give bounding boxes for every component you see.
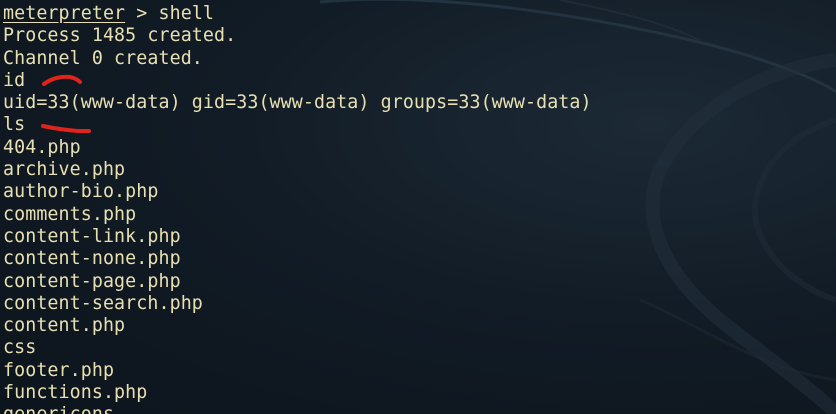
output-line: Process 1485 created. bbox=[3, 25, 237, 47]
terminal-window[interactable]: meterpreter > shell Process 1485 created.… bbox=[0, 0, 836, 414]
output-line: functions.php bbox=[3, 382, 148, 404]
output-line: content-page.php bbox=[3, 270, 181, 292]
output-line: Channel 0 created. bbox=[3, 47, 203, 69]
output-line: ls bbox=[3, 114, 26, 136]
prompt-separator: > bbox=[125, 3, 159, 24]
output-line: content-search.php bbox=[3, 292, 203, 314]
output-line: footer.php bbox=[3, 359, 115, 381]
terminal-output: meterpreter > shell Process 1485 created.… bbox=[3, 3, 592, 414]
prompt-line: meterpreter > shell bbox=[3, 3, 592, 25]
output-line: comments.php bbox=[3, 203, 137, 225]
output-line: author-bio.php bbox=[3, 181, 159, 203]
output-line: archive.php bbox=[3, 159, 126, 181]
output-line: id bbox=[3, 69, 26, 91]
output-line: 404.php bbox=[3, 136, 81, 158]
prompt-name: meterpreter bbox=[3, 3, 126, 24]
output-line: content-none.php bbox=[3, 248, 181, 270]
prompt-command: shell bbox=[158, 3, 215, 24]
output-line: uid=33(www-data) gid=33(www-data) groups… bbox=[3, 92, 592, 114]
output-line: css bbox=[3, 337, 37, 359]
output-line: content-link.php bbox=[3, 225, 181, 247]
output-line: content.php bbox=[3, 315, 126, 337]
output-line: genericons bbox=[3, 404, 592, 414]
